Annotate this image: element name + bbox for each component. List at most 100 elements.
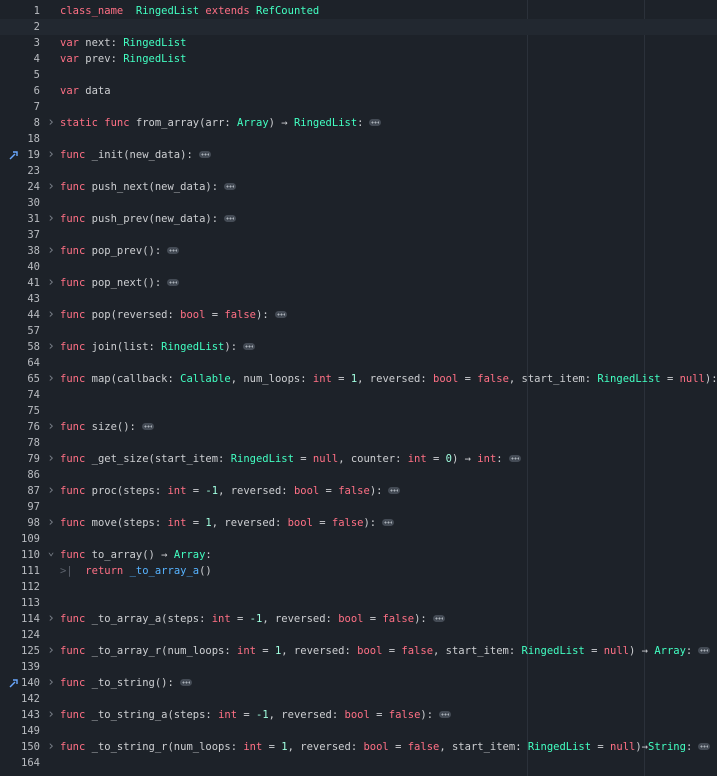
code-line[interactable]: 150 › func _to_string_r(num_loops: int = 1… — [0, 739, 717, 755]
code-line[interactable]: 38 › func pop_prev(): — [0, 243, 717, 259]
folded-code-ellipsis-icon[interactable] — [167, 278, 180, 286]
code-line[interactable]: 114 › func _to_array_a(steps: int = -1, re… — [0, 611, 717, 627]
code-line[interactable]: 1 class_name RingedList extends RefCounte… — [0, 3, 717, 19]
line-number: 164 — [21, 757, 40, 769]
fold-closed-icon[interactable]: › — [46, 307, 56, 323]
code-line[interactable]: 30 — [0, 195, 717, 211]
code-line[interactable]: 2 — [0, 19, 717, 35]
code-line[interactable]: 37 — [0, 227, 717, 243]
code-line[interactable]: 110 ⌄ func to_array() → Array: — [0, 544, 717, 563]
fold-open-icon[interactable]: ⌄ — [46, 544, 56, 560]
code-line[interactable]: 4 var prev: RingedList — [0, 51, 717, 67]
fold-closed-icon[interactable]: › — [46, 515, 56, 531]
code-token: RingedList — [293, 117, 358, 129]
code-line[interactable]: 44 › func pop(reversed: bool = false): — [0, 307, 717, 323]
code-line[interactable]: 24 › func push_next(new_data): — [0, 179, 717, 195]
fold-closed-icon[interactable]: › — [46, 115, 56, 131]
fold-closed-icon[interactable]: › — [46, 739, 56, 755]
code-line[interactable]: 112 — [0, 579, 717, 595]
code-token: ): — [256, 309, 269, 321]
code-line[interactable]: 142 — [0, 691, 717, 707]
code-line[interactable]: 57 — [0, 323, 717, 339]
folded-code-ellipsis-icon[interactable] — [274, 310, 287, 318]
code-line[interactable]: 76 › func size(): — [0, 419, 717, 435]
folded-code-ellipsis-icon[interactable] — [243, 342, 256, 350]
folded-code-ellipsis-icon[interactable] — [388, 486, 401, 494]
folded-code-ellipsis-icon[interactable] — [224, 182, 237, 190]
folded-code-ellipsis-icon[interactable] — [698, 742, 711, 750]
code-text: func push_next(new_data): — [60, 179, 237, 195]
code-token: int — [211, 613, 231, 625]
code-line[interactable]: 18 — [0, 131, 717, 147]
code-line[interactable]: 6 var data — [0, 83, 717, 99]
fold-closed-icon[interactable]: › — [46, 243, 56, 259]
fold-closed-icon[interactable]: › — [46, 707, 56, 723]
code-line[interactable]: 8 › static func from_array(arr: Array) → R… — [0, 115, 717, 131]
code-line[interactable]: 43 — [0, 291, 717, 307]
code-line[interactable]: 7 — [0, 99, 717, 115]
code-line[interactable]: 86 — [0, 467, 717, 483]
fold-closed-icon[interactable]: › — [46, 179, 56, 195]
code-token: String — [648, 741, 686, 753]
code-line[interactable]: 5 — [0, 67, 717, 83]
code-token: = — [262, 741, 282, 753]
code-line[interactable]: 124 — [0, 627, 717, 643]
code-line[interactable]: 64 — [0, 355, 717, 371]
fold-closed-icon[interactable]: › — [46, 611, 56, 627]
code-line[interactable]: 140 › func _to_string(): — [0, 675, 717, 691]
code-line[interactable]: 109 — [0, 531, 717, 547]
fold-closed-icon[interactable]: › — [46, 675, 56, 691]
code-line[interactable]: 149 — [0, 723, 717, 739]
folded-code-ellipsis-icon[interactable] — [198, 150, 211, 158]
code-token: var — [60, 53, 79, 65]
fold-closed-icon[interactable]: › — [46, 643, 56, 659]
fold-closed-icon[interactable]: › — [46, 147, 56, 163]
code-line[interactable]: 58 › func join(list: RingedList): — [0, 339, 717, 355]
code-token: func — [60, 245, 86, 257]
code-line[interactable]: 65 › func map(callback: Callable, num_loop… — [0, 371, 717, 387]
code-line[interactable]: 74 — [0, 387, 717, 403]
code-line[interactable]: 79 › func _get_size(start_item: RingedList… — [0, 451, 717, 467]
code-token: RingedList — [597, 373, 661, 385]
code-line[interactable]: 139 — [0, 659, 717, 675]
folded-code-ellipsis-icon[interactable] — [698, 646, 711, 654]
line-number: 143 — [21, 709, 40, 721]
code-line[interactable]: 87 › func proc(steps: int = -1, reversed: … — [0, 483, 717, 499]
code-line[interactable]: 23 — [0, 163, 717, 179]
code-line[interactable]: 75 — [0, 403, 717, 419]
code-token: Array — [237, 117, 269, 129]
code-line[interactable]: 98 › func move(steps: int = 1, reversed: b… — [0, 515, 717, 531]
code-line[interactable]: 111 >| return _to_array_a() — [0, 563, 717, 579]
code-line[interactable]: 19 › func _init(new_data): — [0, 147, 717, 163]
code-line[interactable]: 41 › func pop_next(): — [0, 275, 717, 291]
code-line[interactable]: 143 › func _to_string_a(steps: int = -1, r… — [0, 707, 717, 723]
code-line[interactable]: 31 › func push_prev(new_data): — [0, 211, 717, 227]
folded-code-ellipsis-icon[interactable] — [167, 246, 180, 254]
folded-code-ellipsis-icon[interactable] — [224, 214, 237, 222]
folded-code-ellipsis-icon[interactable] — [382, 518, 395, 526]
code-line[interactable]: 125 › func _to_array_r(num_loops: int = 1,… — [0, 643, 717, 659]
code-line[interactable]: 3 var next: RingedList — [0, 35, 717, 51]
fold-closed-icon[interactable]: › — [46, 451, 56, 467]
code-line[interactable]: 40 — [0, 259, 717, 275]
fold-closed-icon[interactable]: › — [46, 275, 56, 291]
code-token: -1 — [205, 485, 219, 497]
folded-code-ellipsis-icon[interactable] — [369, 118, 382, 126]
folded-code-ellipsis-icon[interactable] — [439, 710, 452, 718]
folded-code-ellipsis-icon[interactable] — [179, 678, 192, 686]
code-text: func push_prev(new_data): — [60, 211, 237, 227]
code-line[interactable]: 97 — [0, 499, 717, 515]
folded-code-ellipsis-icon[interactable] — [141, 422, 154, 430]
fold-closed-icon[interactable]: › — [46, 339, 56, 355]
code-text: func move(steps: int = 1, reversed: bool… — [60, 515, 395, 531]
fold-closed-icon[interactable]: › — [46, 371, 56, 387]
code-line[interactable]: 113 — [0, 595, 717, 611]
code-line[interactable]: 78 — [0, 435, 717, 451]
code-line[interactable]: 164 — [0, 755, 717, 771]
fold-closed-icon[interactable]: › — [46, 419, 56, 435]
folded-code-ellipsis-icon[interactable] — [508, 454, 521, 462]
fold-closed-icon[interactable]: › — [46, 483, 56, 499]
fold-closed-icon[interactable]: › — [46, 211, 56, 227]
folded-code-ellipsis-icon[interactable] — [432, 614, 445, 622]
code-text: class_name RingedList extends RefCounted — [60, 3, 319, 19]
